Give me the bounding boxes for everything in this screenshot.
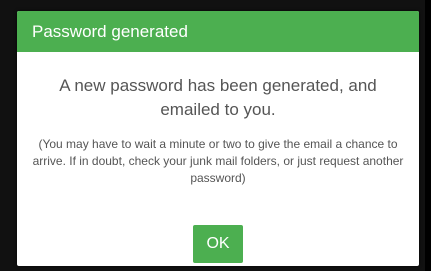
backdrop-edge — [425, 0, 431, 271]
screen-frame: Password generated A new password has be… — [0, 0, 431, 271]
dialog-body: A new password has been generated, and e… — [17, 52, 419, 266]
dialog-message: A new password has been generated, and e… — [59, 76, 377, 119]
password-generated-dialog: Password generated A new password has be… — [17, 11, 419, 266]
dialog-title: Password generated — [32, 21, 188, 41]
dialog-header: Password generated — [17, 11, 419, 52]
dialog-note: (You may have to wait a minute or two to… — [32, 137, 404, 185]
ok-button[interactable]: OK — [193, 225, 243, 263]
